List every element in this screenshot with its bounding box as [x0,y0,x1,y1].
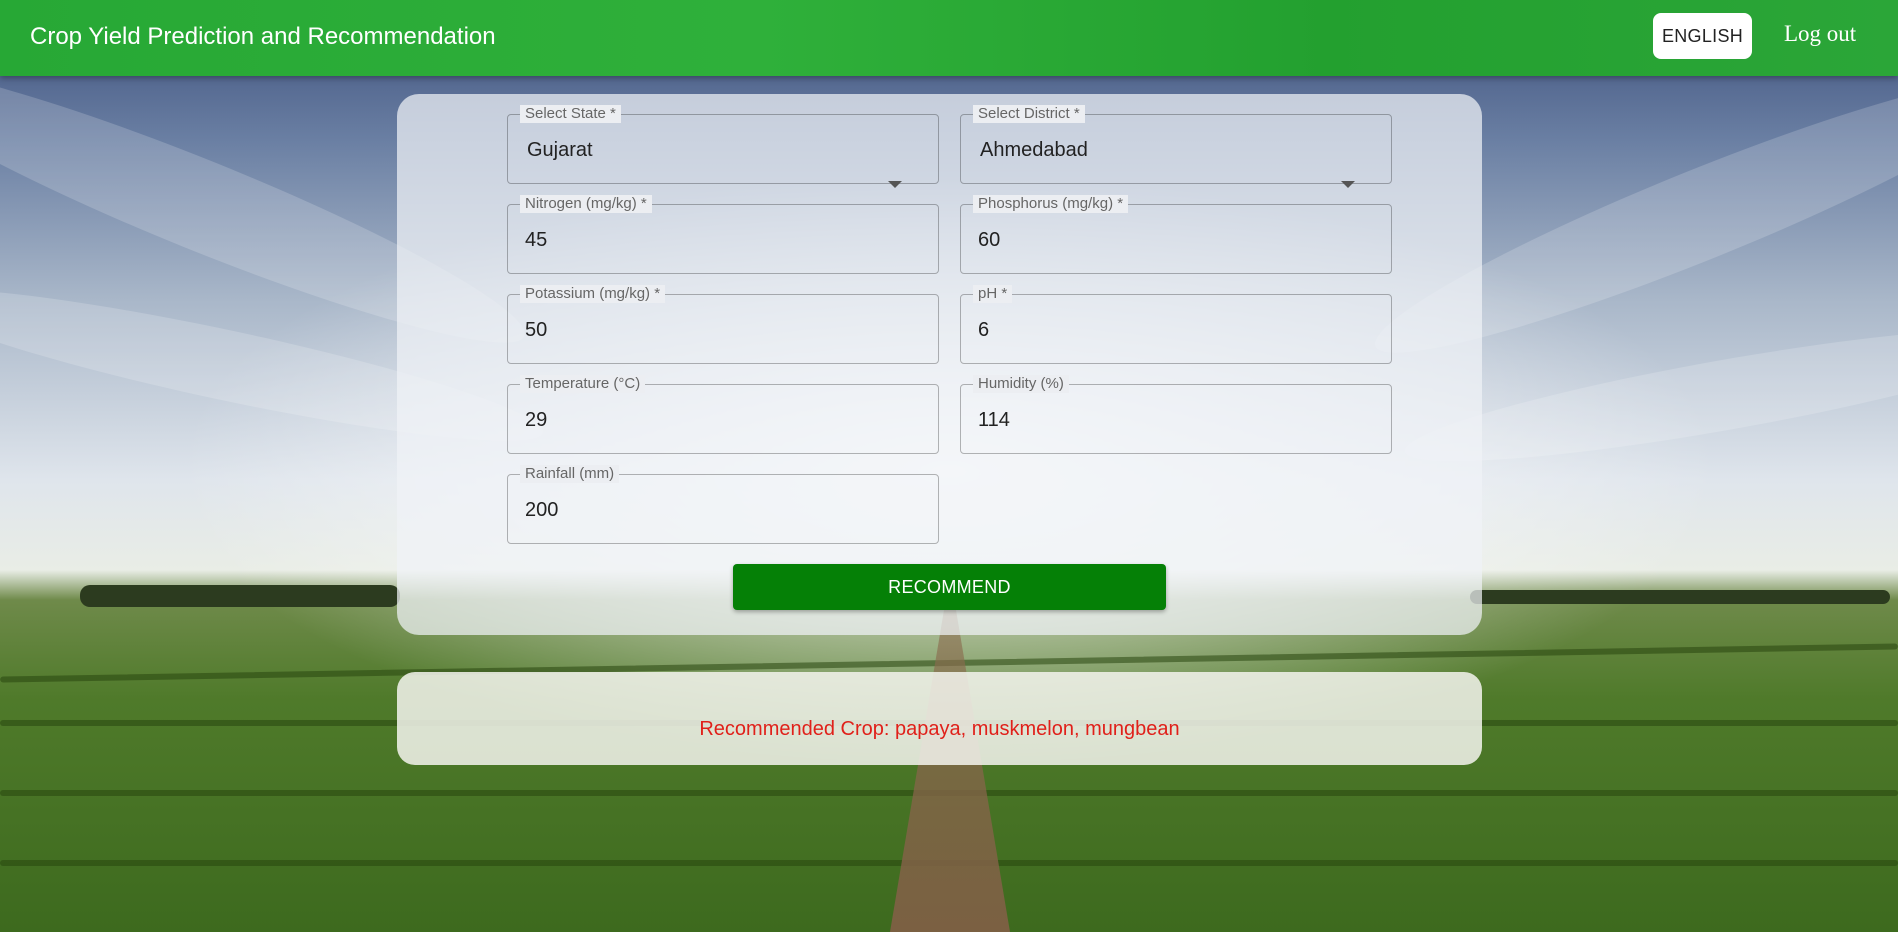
ph-label: pH * [973,285,1013,303]
phosphorus-label: Phosphorus (mg/kg) * [973,195,1129,213]
district-value: Ahmedabad [980,139,1088,161]
recommended-crop-text: Recommended Crop: papaya, muskmelon, mun… [699,718,1180,740]
humidity-input[interactable] [978,409,1358,432]
nitrogen-input[interactable] [525,229,905,252]
result-card: Recommended Crop: papaya, muskmelon, mun… [397,672,1482,765]
ph-field[interactable]: pH * [960,285,1392,364]
logout-link[interactable]: Log out [1784,21,1856,47]
state-value: Gujarat [527,139,593,161]
nitrogen-field[interactable]: Nitrogen (mg/kg) * [507,195,939,274]
humidity-label: Humidity (%) [973,375,1069,393]
phosphorus-input[interactable] [978,229,1358,252]
potassium-input[interactable] [525,319,905,342]
potassium-label: Potassium (mg/kg) * [520,285,666,303]
phosphorus-field[interactable]: Phosphorus (mg/kg) * [960,195,1392,274]
language-button[interactable]: ENGLISH [1653,13,1752,59]
ph-input[interactable] [978,319,1358,342]
temperature-label: Temperature (°C) [520,375,646,393]
app-title: Crop Yield Prediction and Recommendation [30,23,496,50]
potassium-field[interactable]: Potassium (mg/kg) * [507,285,939,364]
temperature-field[interactable]: Temperature (°C) [507,375,939,454]
recommend-button[interactable]: RECOMMEND [733,564,1166,610]
temperature-input[interactable] [525,409,905,432]
rainfall-input[interactable] [525,499,905,522]
rainfall-field[interactable]: Rainfall (mm) [507,465,939,544]
app-bar: Crop Yield Prediction and Recommendation… [0,0,1898,76]
chevron-down-icon[interactable] [1341,181,1355,188]
rainfall-label: Rainfall (mm) [520,465,620,483]
state-label: Select State * [520,105,621,123]
state-select[interactable]: Select State * Gujarat [507,105,939,188]
humidity-field[interactable]: Humidity (%) [960,375,1392,454]
district-label: Select District * [973,105,1085,123]
district-select[interactable]: Select District * Ahmedabad [960,105,1392,188]
nitrogen-label: Nitrogen (mg/kg) * [520,195,652,213]
chevron-down-icon[interactable] [888,181,902,188]
